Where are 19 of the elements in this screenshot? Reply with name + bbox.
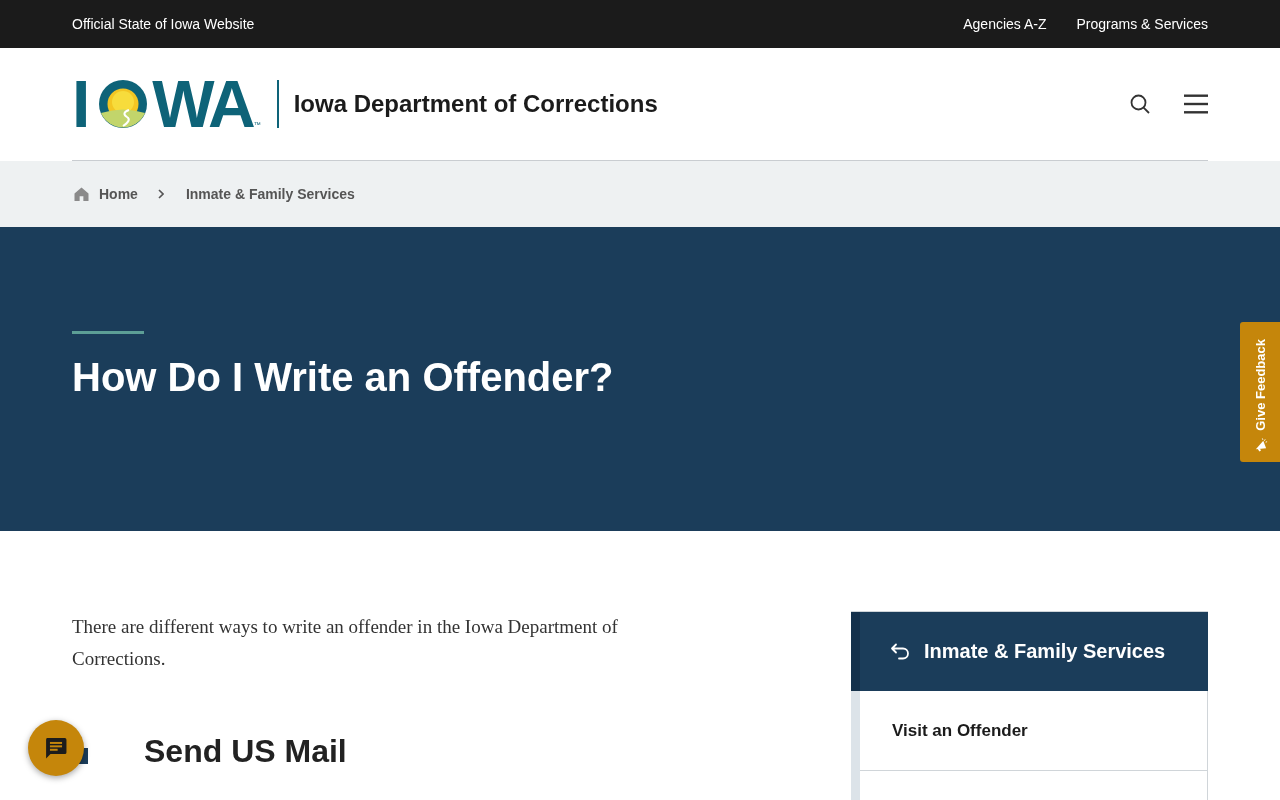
breadcrumb-link[interactable]: Inmate & Family Services bbox=[183, 186, 355, 202]
intro-paragraph: There are different ways to write an offender in the Iowa Department of Corrections. bbox=[72, 615, 619, 671]
back-link[interactable]: Inmate & Family Services bbox=[851, 612, 1208, 691]
breadcrumb-link[interactable]: Home bbox=[72, 186, 138, 202]
menu-icon[interactable] bbox=[1184, 94, 1208, 114]
side-nav-link[interactable]: Visit an Offender bbox=[860, 691, 1207, 771]
top-nav-link[interactable]: Agencies A-Z bbox=[963, 16, 1047, 32]
section-heading: Send US Mail bbox=[144, 732, 347, 771]
return-arrow-icon bbox=[890, 642, 910, 661]
page-title: How Do I Write an Offender? bbox=[72, 354, 615, 401]
sun-emblem-icon bbox=[99, 80, 148, 128]
search-icon[interactable] bbox=[1130, 94, 1150, 114]
chevron-icon bbox=[157, 189, 164, 199]
top-nav-link[interactable]: Programs & Services bbox=[1076, 16, 1208, 32]
official-site-label: Official State of Iowa Website bbox=[72, 16, 255, 32]
chat-button[interactable] bbox=[28, 720, 84, 776]
chat-bubble-icon bbox=[45, 737, 67, 759]
home-icon bbox=[74, 187, 89, 201]
agency-name: Iowa Department of Corrections bbox=[293, 90, 658, 118]
